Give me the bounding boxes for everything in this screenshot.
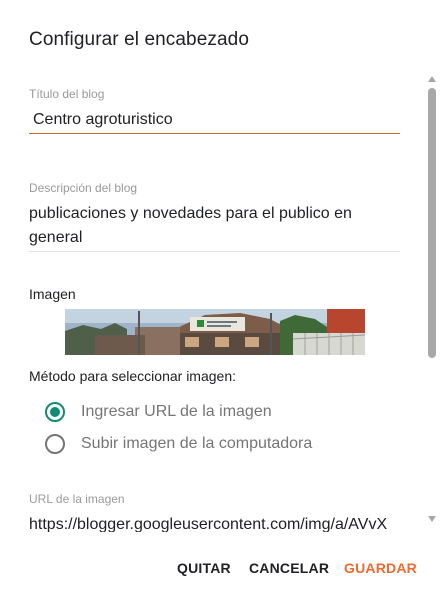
blog-description-label: Descripción del blog xyxy=(29,181,138,195)
dialog-scrollbar[interactable] xyxy=(424,74,440,532)
remove-button[interactable]: QUITAR xyxy=(177,560,231,576)
save-button[interactable]: GUARDAR xyxy=(344,560,417,576)
image-label: Imagen xyxy=(29,286,76,302)
dialog-title: Configurar el encabezado xyxy=(29,29,249,50)
dialog-actions: QUITAR CANCELAR GUARDAR xyxy=(0,552,440,588)
blog-description-line2[interactable]: general xyxy=(29,229,82,247)
radio-option-url[interactable]: Ingresar URL de la imagen xyxy=(45,400,272,424)
image-url-label: URL de la imagen xyxy=(29,492,125,506)
blog-description-line1[interactable]: publicaciones y novedades para el public… xyxy=(29,205,352,223)
header-config-dialog: Configurar el encabezado Título del blog… xyxy=(0,0,440,603)
radio-unchecked-icon[interactable] xyxy=(45,434,65,454)
blog-description-underline xyxy=(29,251,400,252)
scroll-up-arrow-icon[interactable] xyxy=(428,76,436,82)
blog-title-underline xyxy=(29,133,400,134)
radio-checked-icon[interactable] xyxy=(45,402,65,422)
blog-title-label: Título del blog xyxy=(29,87,105,101)
blog-title-input[interactable]: Centro agroturistico xyxy=(33,111,173,129)
image-method-label: Método para seleccionar imagen: xyxy=(29,368,237,384)
radio-option-upload[interactable]: Subir imagen de la computadora xyxy=(45,432,312,456)
cancel-button[interactable]: CANCELAR xyxy=(249,560,329,576)
scrollbar-thumb[interactable] xyxy=(428,88,436,358)
scroll-down-arrow-icon[interactable] xyxy=(428,516,436,522)
dialog-content[interactable]: Título del blog Centro agroturistico Des… xyxy=(0,74,424,532)
header-image-preview xyxy=(65,309,365,355)
radio-option-url-label: Ingresar URL de la imagen xyxy=(81,403,272,420)
radio-option-upload-label: Subir imagen de la computadora xyxy=(81,435,313,452)
image-url-input[interactable]: https://blogger.googleusercontent.com/im… xyxy=(29,516,424,532)
